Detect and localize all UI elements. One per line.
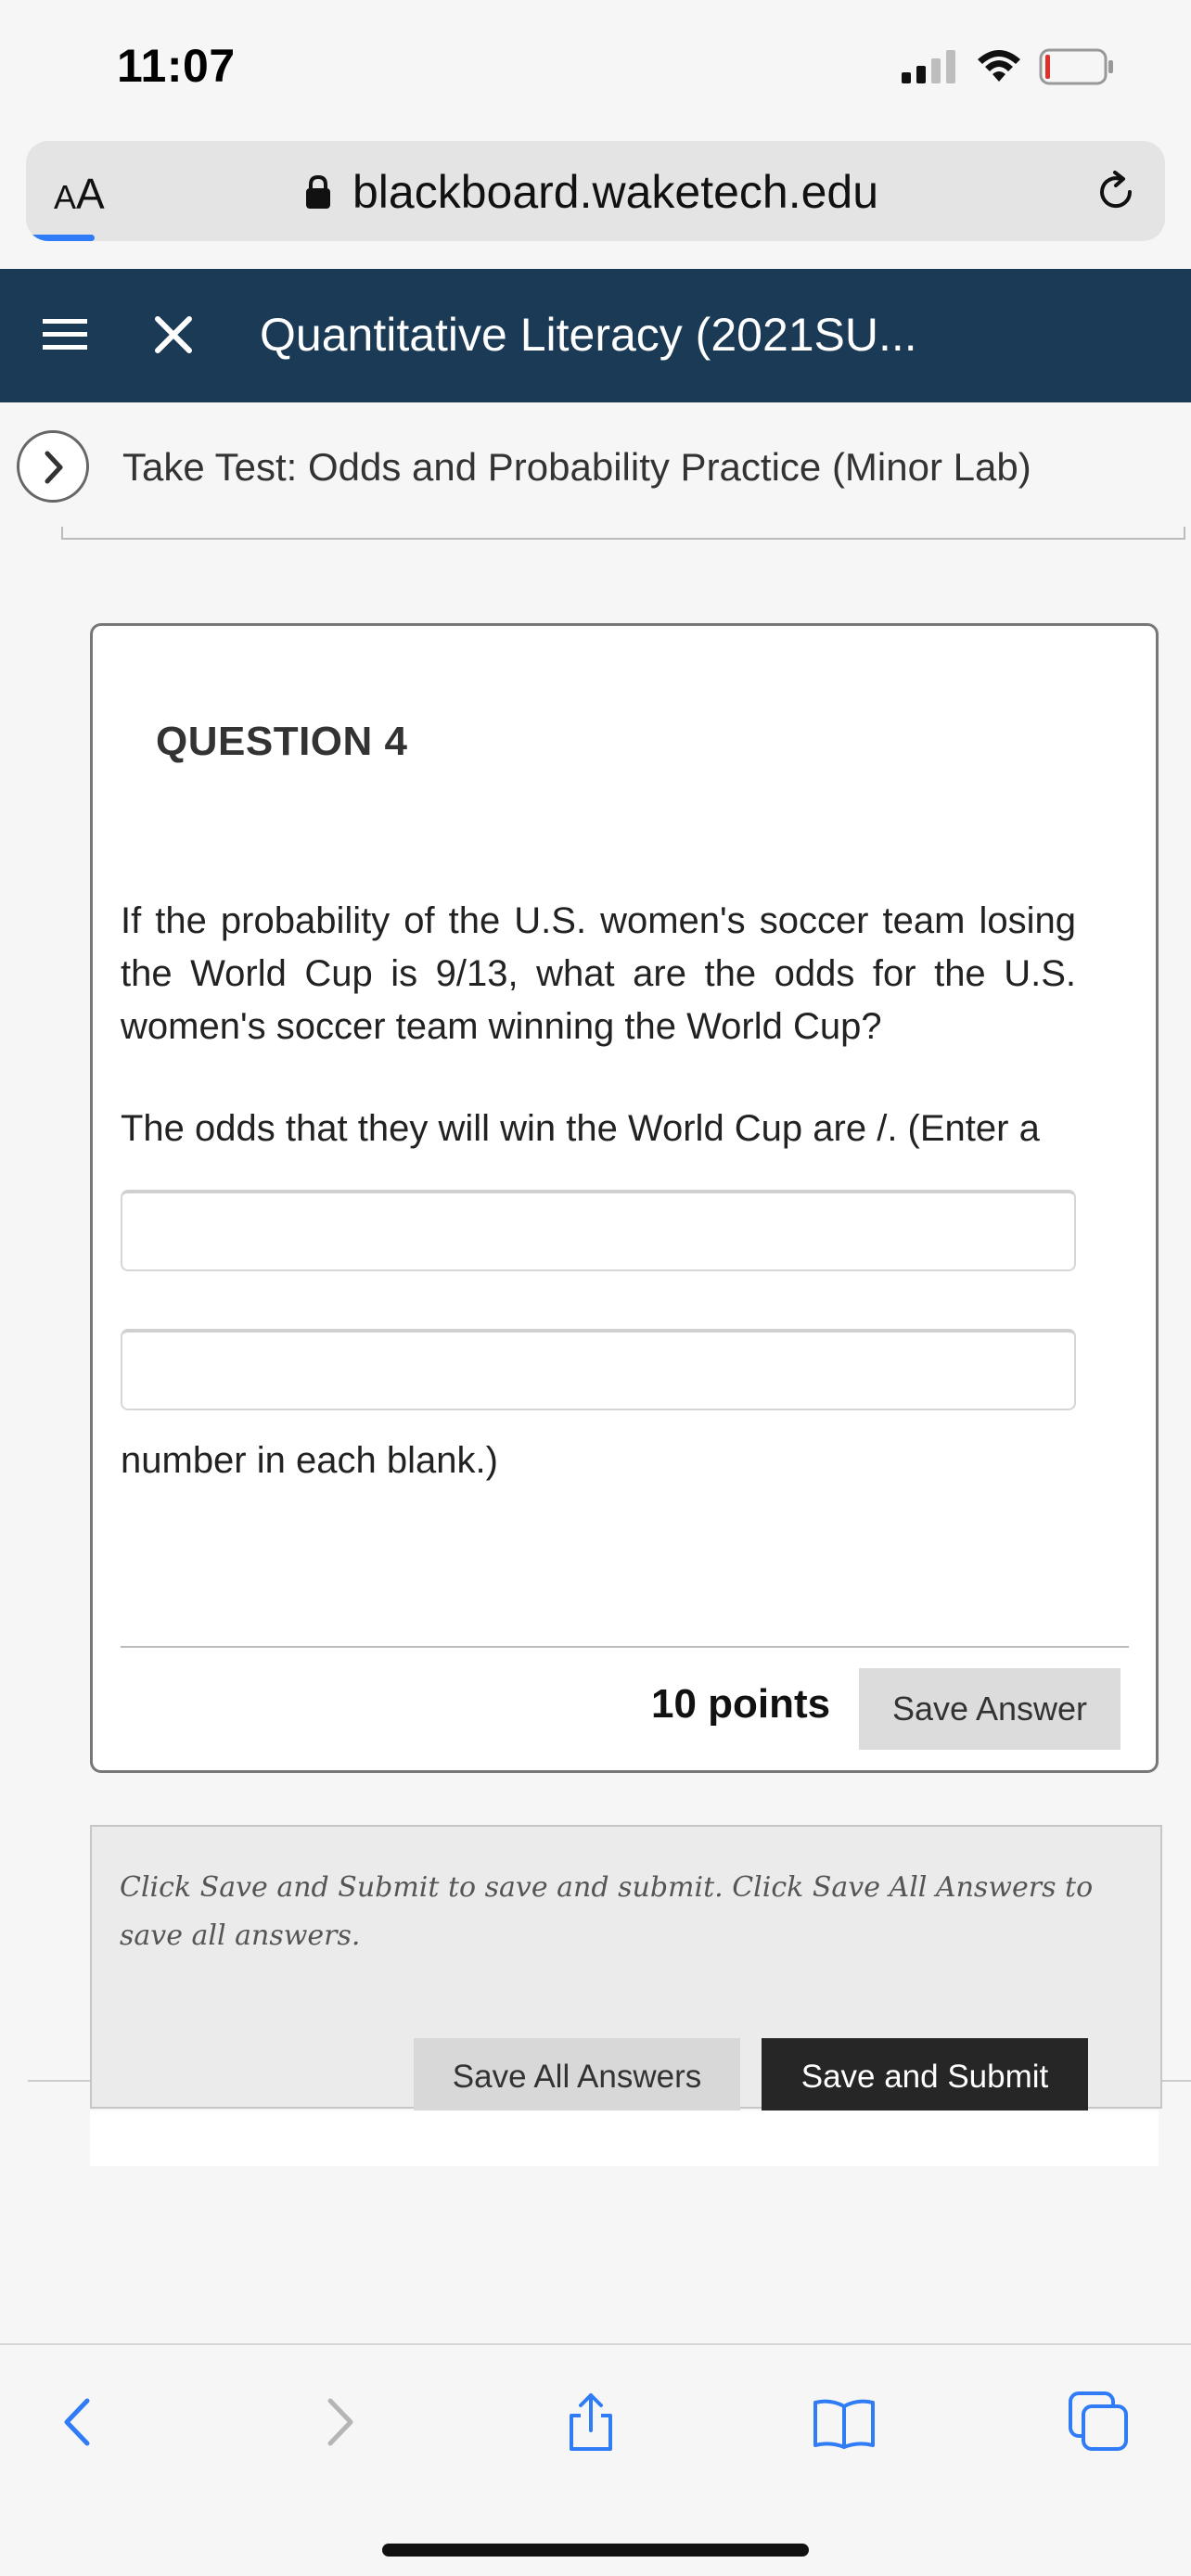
- save-and-submit-button[interactable]: Save and Submit: [762, 2038, 1088, 2116]
- page-title: Take Test: Odds and Probability Practice…: [122, 445, 1031, 489]
- card-divider: [121, 1646, 1129, 1648]
- address-bar[interactable]: AA blackboard.waketech.edu: [26, 141, 1165, 241]
- lock-icon: [306, 174, 330, 209]
- reload-icon[interactable]: [1093, 169, 1139, 215]
- submit-instructions: Click Save and Submit to save and submit…: [120, 1871, 1094, 1952]
- tabs-icon[interactable]: [1067, 2390, 1132, 2455]
- url-text[interactable]: blackboard.waketech.edu: [352, 165, 878, 219]
- share-icon[interactable]: [558, 2390, 623, 2455]
- answer-prompt: The odds that they will win the World Cu…: [121, 1108, 1040, 1149]
- answer-instructions: number in each blank.): [121, 1440, 498, 1481]
- battery-icon: [1039, 48, 1113, 85]
- panel-footer: [90, 2111, 1159, 2166]
- bookmarks-icon[interactable]: [812, 2390, 877, 2455]
- page-load-progress: [26, 235, 95, 241]
- menu-icon[interactable]: [43, 315, 87, 354]
- save-all-answers-button[interactable]: Save All Answers: [414, 2038, 740, 2116]
- course-title[interactable]: Quantitative Literacy (2021SU...: [260, 308, 917, 362]
- back-icon[interactable]: [46, 2390, 111, 2455]
- expand-button[interactable]: [17, 430, 89, 503]
- answer-blank-1[interactable]: [121, 1190, 1076, 1271]
- close-icon[interactable]: [150, 312, 197, 358]
- chevron-right-icon: [45, 451, 63, 484]
- question-label: QUESTION 4: [156, 719, 408, 764]
- question-card: QUESTION 4 If the probability of the U.S…: [90, 623, 1159, 1773]
- status-time: 11:07: [117, 40, 236, 92]
- save-answer-button[interactable]: Save Answer: [859, 1668, 1121, 1750]
- submit-panel: Click Save and Submit to save and submit…: [90, 1825, 1162, 2116]
- answer-blank-2[interactable]: [121, 1329, 1076, 1410]
- reader-options-button[interactable]: AA: [54, 169, 105, 219]
- forward-icon[interactable]: [306, 2390, 371, 2455]
- wifi-icon: [978, 50, 1020, 82]
- content-top-edge: [61, 527, 1185, 540]
- status-bar: 11:07: [0, 0, 1191, 130]
- home-indicator[interactable]: [382, 2544, 809, 2557]
- question-text: If the probability of the U.S. women's s…: [121, 900, 1076, 1047]
- cellular-signal-icon: [902, 50, 955, 83]
- question-points: 10 points: [651, 1681, 831, 1727]
- page-header: Take Test: Odds and Probability Practice…: [0, 402, 1191, 527]
- course-header: Quantitative Literacy (2021SU...: [0, 269, 1191, 402]
- browser-toolbar: [0, 2343, 1191, 2576]
